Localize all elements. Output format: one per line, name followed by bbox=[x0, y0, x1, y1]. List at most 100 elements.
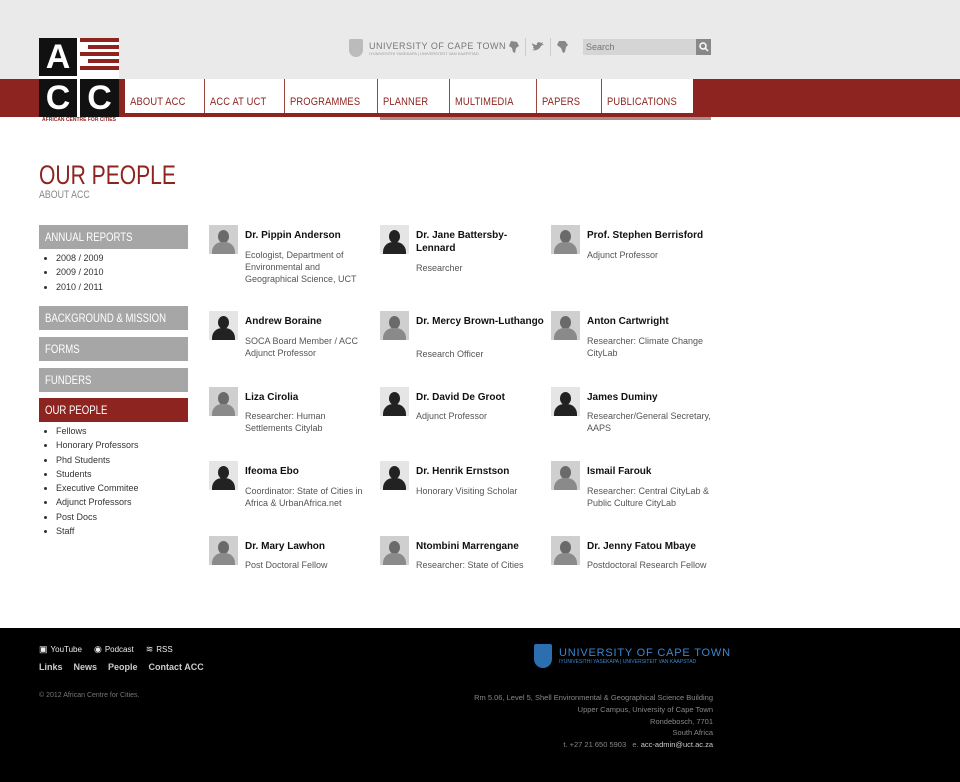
contact-line: t. +27 21 650 5903 e. acc-admin@uct.ac.z… bbox=[474, 739, 713, 751]
logo-tagline: AFRICAN CENTRE FOR CITIES bbox=[42, 117, 116, 123]
footer-link-links[interactable]: Links bbox=[39, 662, 63, 672]
youtube-link[interactable]: ▣ YouTube bbox=[39, 644, 82, 655]
person-name[interactable]: Prof. Stephen Berrisford bbox=[587, 229, 717, 242]
sidebar-background-mission[interactable]: BACKGROUND & MISSION bbox=[39, 306, 188, 330]
youtube-label: YouTube bbox=[50, 645, 82, 654]
nav-underline-secondary bbox=[380, 117, 711, 120]
sidebar-people-link[interactable]: Students bbox=[56, 467, 139, 481]
main-nav: ABOUT ACC ACC AT UCT PROGRAMMES PLANNER … bbox=[125, 79, 693, 114]
person-placeholder-icon bbox=[380, 387, 409, 416]
person-role: Adjunct Professor bbox=[416, 411, 488, 421]
person-name[interactable]: Dr. David De Groot bbox=[416, 391, 546, 404]
nav-acc-at-uct[interactable]: ACC AT UCT bbox=[204, 79, 266, 114]
youtube-icon: ▣ bbox=[39, 644, 48, 654]
footer-address: Rm 5.06, Level 5, Shell Environmental & … bbox=[474, 692, 713, 751]
sidebar-people-link[interactable]: Fellows bbox=[56, 424, 139, 438]
footer-link-people[interactable]: People bbox=[108, 662, 138, 672]
person-placeholder-icon bbox=[380, 225, 409, 254]
sidebar-forms[interactable]: FORMS bbox=[39, 337, 188, 361]
address-line: Rondebosch, 7701 bbox=[650, 716, 713, 726]
person-name[interactable]: Liza Cirolia bbox=[245, 391, 375, 404]
person-photo bbox=[551, 461, 580, 490]
sidebar-report-link[interactable]: 2008 / 2009 bbox=[56, 251, 104, 265]
podcast-label: Podcast bbox=[104, 645, 134, 654]
person-role: Researcher: Central CityLab & Public Cul… bbox=[587, 486, 710, 508]
sidebar-annual-reports[interactable]: ANNUAL REPORTS bbox=[39, 225, 188, 249]
email-link[interactable]: acc-admin@uct.ac.za bbox=[641, 740, 713, 749]
nav-papers[interactable]: PAPERS bbox=[536, 79, 580, 114]
sidebar-people-link[interactable]: Honorary Professors bbox=[56, 438, 139, 452]
sidebar-funders[interactable]: FUNDERS bbox=[39, 368, 188, 392]
person-placeholder-icon bbox=[209, 311, 238, 340]
footer-link-contact[interactable]: Contact ACC bbox=[149, 662, 204, 672]
search-input[interactable] bbox=[583, 39, 696, 55]
logo-letter-a: A bbox=[39, 38, 77, 76]
address-line: Upper Campus, University of Cape Town bbox=[577, 704, 713, 714]
logo-letter-c1: C bbox=[39, 79, 77, 117]
person-role: Researcher: State of Cities bbox=[416, 560, 524, 570]
search-button[interactable] bbox=[696, 39, 711, 55]
nav-planner[interactable]: PLANNER bbox=[377, 79, 428, 114]
sidebar-our-people[interactable]: OUR PEOPLE bbox=[39, 398, 188, 422]
breadcrumb[interactable]: ABOUT ACC bbox=[39, 189, 90, 201]
page-title: OUR PEOPLE bbox=[39, 160, 176, 190]
twitter-bird-icon[interactable] bbox=[531, 40, 545, 54]
podcast-link[interactable]: ◉ Podcast bbox=[94, 644, 134, 655]
person-role: Ecologist, Department of Environmental a… bbox=[245, 250, 357, 284]
person-name[interactable]: Dr. Pippin Anderson bbox=[245, 229, 375, 242]
nav-multimedia[interactable]: MULTIMEDIA bbox=[449, 79, 514, 114]
uct-header-link[interactable]: UNIVERSITY OF CAPE TOWN IYUNIVESITHI YAS… bbox=[349, 39, 506, 57]
sidebar-people-link[interactable]: Phd Students bbox=[56, 453, 139, 467]
person-photo bbox=[380, 311, 409, 340]
footer-links: Links News People Contact ACC bbox=[39, 662, 215, 672]
footer-social: ▣ YouTube ◉ Podcast ≋ RSS bbox=[39, 644, 185, 655]
sidebar-people-link[interactable]: Post Docs bbox=[56, 510, 139, 524]
uct-footer-name: UNIVERSITY OF CAPE TOWN bbox=[559, 647, 731, 659]
nav-publications[interactable]: PUBLICATIONS bbox=[601, 79, 677, 114]
person-name[interactable]: Dr. Jenny Fatou Mbaye bbox=[587, 540, 717, 553]
nav-about-acc[interactable]: ABOUT ACC bbox=[125, 79, 185, 114]
sidebar-people-link[interactable]: Adjunct Professors bbox=[56, 495, 139, 509]
footer-link-news[interactable]: News bbox=[74, 662, 98, 672]
rss-icon: ≋ bbox=[145, 644, 154, 654]
person-name[interactable]: Dr. Jane Battersby-Lennard bbox=[416, 229, 546, 255]
copyright: © 2012 African Centre for Cities. bbox=[39, 692, 140, 699]
africa-icon[interactable] bbox=[556, 40, 570, 54]
person-name[interactable]: Dr. Henrik Ernstson bbox=[416, 465, 546, 478]
person-photo bbox=[551, 311, 580, 340]
person-placeholder-icon bbox=[380, 461, 409, 490]
sidebar-people-link[interactable]: Executive Commitee bbox=[56, 481, 139, 495]
uct-header-subtitle: IYUNIVESITHI YASEKAPA | UNIVERSITEIT VAN… bbox=[369, 50, 479, 56]
header-divider bbox=[550, 38, 551, 56]
person-role: Postdoctoral Research Fellow bbox=[587, 560, 707, 570]
search-icon bbox=[698, 42, 709, 52]
phone: t. +27 21 650 5903 bbox=[563, 740, 627, 750]
rss-link[interactable]: ≋ RSS bbox=[146, 644, 173, 655]
person-role: Researcher bbox=[416, 263, 463, 273]
person-name[interactable]: James Duminy bbox=[587, 391, 717, 404]
person-name[interactable]: Dr. Mary Lawhon bbox=[245, 540, 375, 553]
africa-map-icon[interactable] bbox=[507, 40, 521, 54]
nav-programmes[interactable]: PROGRAMMES bbox=[284, 79, 360, 114]
acc-logo[interactable]: A C C AFRICAN CENTRE FOR CITIES bbox=[39, 38, 119, 124]
person-name[interactable]: Ismail Farouk bbox=[587, 465, 717, 478]
person-placeholder-icon bbox=[551, 387, 580, 416]
person-name[interactable]: Anton Cartwright bbox=[587, 315, 717, 328]
logo-letter-c2: C bbox=[80, 79, 119, 117]
uct-crest-icon bbox=[534, 644, 552, 668]
uct-header-name: UNIVERSITY OF CAPE TOWN bbox=[369, 40, 507, 51]
person-role: Researcher: Human Settlements Citylab bbox=[245, 411, 326, 433]
uct-footer-logo[interactable]: UNIVERSITY OF CAPE TOWN IYUNIVESITHI YAS… bbox=[534, 644, 731, 668]
person-name[interactable]: Ntombini Marrengane bbox=[416, 540, 546, 553]
sidebar-people-link[interactable]: Staff bbox=[56, 524, 139, 538]
nav-underline bbox=[125, 113, 693, 116]
sidebar-report-link[interactable]: 2010 / 2011 bbox=[56, 280, 104, 294]
person-role: Post Doctoral Fellow bbox=[245, 560, 328, 570]
address-line: Rm 5.06, Level 5, Shell Environmental & … bbox=[474, 693, 713, 702]
sidebar-report-link[interactable]: 2009 / 2010 bbox=[56, 265, 104, 279]
person-photo bbox=[551, 536, 580, 565]
person-role: Research Officer bbox=[416, 349, 484, 359]
person-name[interactable]: Andrew Boraine bbox=[245, 315, 375, 328]
person-name[interactable]: Dr. Mercy Brown-Luthango bbox=[416, 315, 546, 328]
person-name[interactable]: Ifeoma Ebo bbox=[245, 465, 375, 478]
